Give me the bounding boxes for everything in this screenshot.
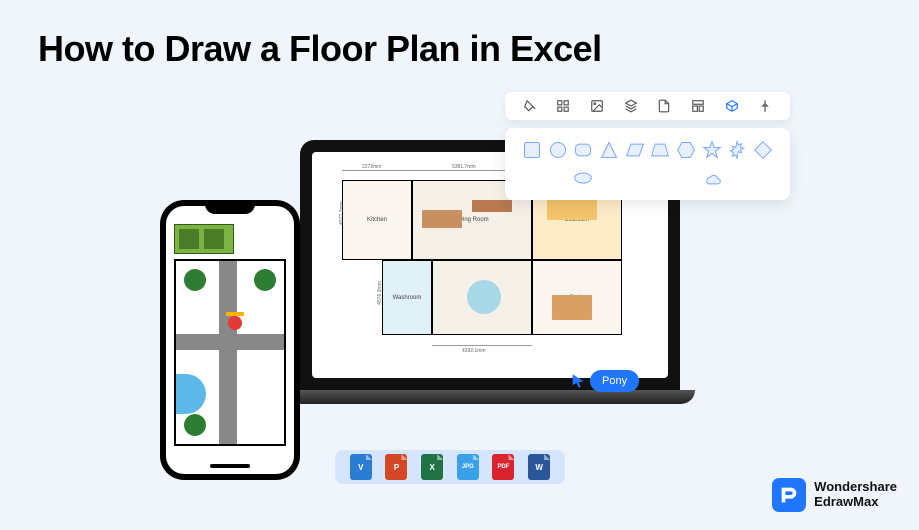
template-icon[interactable] (690, 98, 706, 114)
brand-line2: EdrawMax (814, 495, 897, 510)
fill-icon[interactable] (522, 98, 538, 114)
box-icon[interactable] (724, 98, 740, 114)
phone-home-indicator (210, 464, 250, 468)
export-excel[interactable]: X (421, 454, 443, 480)
dim-left-upper: 4977.2mm (339, 201, 345, 225)
export-pdf[interactable]: PDF (492, 454, 514, 480)
brand-text: Wondershare EdrawMax (814, 480, 897, 510)
garden-plan (174, 224, 286, 446)
layers-icon[interactable] (623, 98, 639, 114)
page-title: How to Draw a Floor Plan in Excel (0, 0, 919, 70)
shape-trapezoid[interactable] (648, 138, 672, 162)
doc-icon[interactable] (656, 98, 672, 114)
shape-ellipse[interactable] (571, 166, 595, 190)
phone-notch (205, 200, 255, 214)
phone-screen (166, 206, 294, 474)
collaborator-name: Pony (590, 370, 639, 392)
shape-square[interactable] (520, 138, 544, 162)
edrawmax-logo-icon (772, 478, 806, 512)
image-icon[interactable] (589, 98, 605, 114)
dim-top-left: 2272mm (362, 164, 381, 170)
export-visio[interactable]: V (350, 454, 372, 480)
shape-triangle[interactable] (597, 138, 621, 162)
dim-left-lower: 4576.3mm (377, 281, 383, 305)
shape-cloud[interactable] (700, 166, 724, 190)
shape-burst[interactable] (725, 138, 749, 162)
shape-toolbar (505, 92, 790, 120)
export-jpg[interactable]: JPG (457, 454, 479, 480)
dim-bottom: 4292.1mm (462, 348, 486, 354)
room-kitchen: Kitchen (342, 180, 412, 260)
export-word[interactable]: W (528, 454, 550, 480)
phone-mockup (160, 200, 300, 480)
brand-logo-block: Wondershare EdrawMax (772, 478, 897, 512)
export-formats-bar: V P X JPG PDF W (335, 450, 565, 484)
shape-diamond[interactable] (751, 138, 775, 162)
collaborator-cursor: Pony (570, 370, 639, 392)
shape-circle[interactable] (546, 138, 570, 162)
shape-star[interactable] (700, 138, 724, 162)
shape-hexagon[interactable] (674, 138, 698, 162)
shape-parallelogram[interactable] (623, 138, 647, 162)
laptop-base (285, 390, 695, 404)
export-powerpoint[interactable]: P (385, 454, 407, 480)
brand-line1: Wondershare (814, 480, 897, 495)
dim-top-mid: 5381.7mm (452, 164, 476, 170)
grid-icon[interactable] (555, 98, 571, 114)
cursor-icon (570, 373, 586, 389)
room-washroom: Washroom (382, 260, 432, 335)
shapes-panel (505, 128, 790, 200)
pin-icon[interactable] (757, 98, 773, 114)
shape-rounded[interactable] (571, 138, 595, 162)
